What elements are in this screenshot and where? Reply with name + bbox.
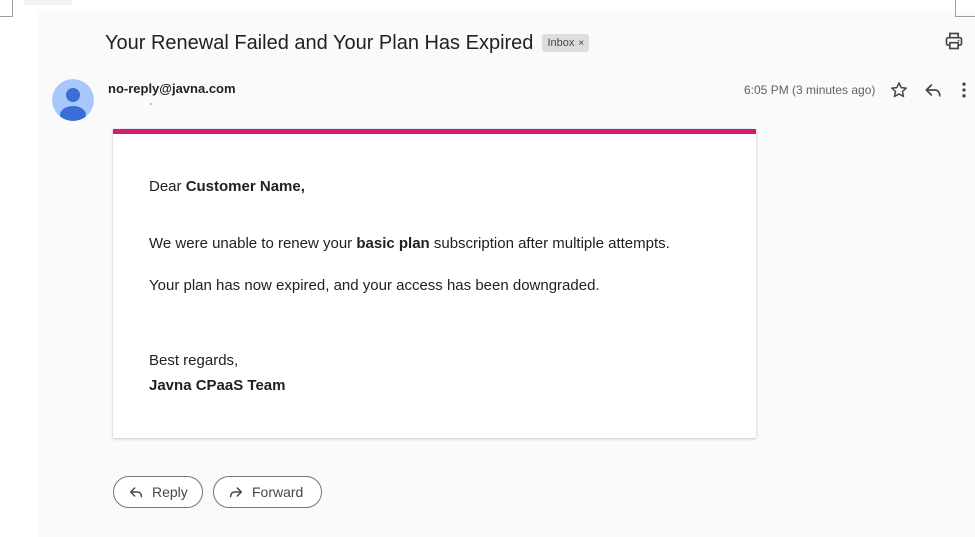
closing-line: Best regards, — [149, 352, 239, 369]
signature-line: Javna CPaaS Team — [149, 377, 286, 394]
reply-header-button[interactable] — [923, 80, 943, 100]
forward-button-label: Forward — [252, 484, 304, 500]
email-subject: Your Renewal Failed and Your Plan Has Ex… — [105, 31, 534, 54]
top-divider — [24, 0, 72, 5]
more-vert-icon — [962, 82, 966, 98]
person-icon — [52, 79, 94, 121]
email-timestamp: 6:05 PM (3 minutes ago) — [744, 83, 876, 97]
remove-label-icon[interactable]: × — [578, 38, 584, 49]
star-icon — [891, 82, 907, 98]
greeting-prefix: Dear — [149, 178, 186, 195]
reply-button[interactable]: Reply — [113, 476, 203, 508]
star-button[interactable] — [889, 80, 909, 100]
body-line-renewal: We were unable to renew your basic plan … — [149, 235, 670, 252]
email-body-card: Dear Customer Name, We were unable to re… — [113, 129, 756, 438]
reply-icon — [129, 487, 143, 498]
reply-icon — [925, 84, 941, 97]
subject-row: Your Renewal Failed and Your Plan Has Ex… — [105, 28, 590, 58]
inbox-label-chip[interactable]: Inbox × — [542, 34, 590, 52]
body-line-expired: Your plan has now expired, and your acce… — [149, 277, 600, 294]
label-chip-text: Inbox — [547, 37, 575, 49]
plan-name: basic plan — [356, 235, 430, 252]
reply-button-label: Reply — [152, 484, 188, 500]
sender-separator — [150, 103, 152, 105]
greeting-line: Dear Customer Name, — [149, 178, 305, 195]
corner-mark-right — [955, 0, 975, 17]
body-line1-prefix: We were unable to renew your — [149, 235, 357, 252]
sender-address[interactable]: no-reply@javna.com — [108, 81, 236, 96]
forward-icon — [229, 487, 243, 498]
corner-mark-left — [0, 0, 13, 17]
customer-name: Customer Name, — [185, 178, 305, 195]
avatar[interactable] — [52, 79, 94, 121]
print-button[interactable] — [944, 31, 966, 53]
body-line1-suffix: subscription after multiple attempts. — [429, 235, 670, 252]
forward-button[interactable]: Forward — [213, 476, 322, 508]
print-icon — [945, 32, 963, 50]
more-options-button[interactable] — [954, 80, 974, 100]
